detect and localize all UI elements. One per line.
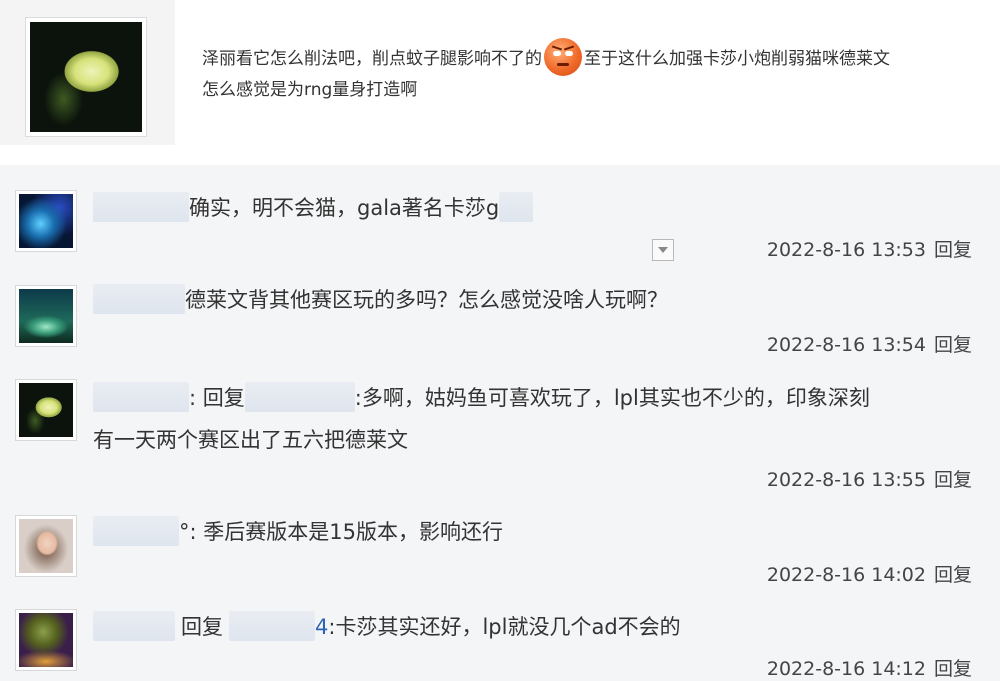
reply-content: : 季后赛版本是15版本，影响还行	[189, 520, 503, 544]
reply-button[interactable]: 回复	[934, 469, 972, 491]
reply-timestamp: 2022-8-16 13:54	[766, 334, 926, 356]
redacted-mention[interactable]	[229, 611, 315, 641]
reply-avatar[interactable]	[15, 285, 77, 347]
angry-face-emoticon-icon	[544, 38, 582, 76]
reply-content: 确实，明不会猫，gala著名卡莎g	[189, 196, 500, 220]
reply-avatar[interactable]	[15, 379, 77, 441]
post-avatar-frame	[0, 0, 175, 145]
reply-button[interactable]: 回复	[934, 334, 972, 356]
redacted-username[interactable]	[93, 382, 189, 412]
chrysanthemum-avatar-icon	[30, 22, 142, 132]
reply-button[interactable]: 回复	[934, 239, 972, 261]
reply-content: :卡莎其实还好，lpl就没几个ad不会的	[328, 615, 681, 639]
reply-text: 德莱文背其他赛区玩的多吗？怎么感觉没啥人玩啊？	[93, 279, 973, 321]
post-author-avatar[interactable]	[25, 17, 147, 137]
reply-avatar[interactable]	[15, 190, 77, 252]
redacted-username[interactable]	[93, 611, 175, 641]
reply-timestamp: 2022-8-16 13:53	[766, 239, 926, 261]
reply-content: :多啊，姑妈鱼可喜欢玩了，lpl其实也不少的，印象深刻	[354, 386, 870, 410]
reply-button[interactable]: 回复	[934, 564, 972, 586]
reply-avatar[interactable]	[15, 515, 77, 577]
redacted-username[interactable]	[93, 192, 189, 222]
reply-meta: 2022-8-16 14:02 回复	[767, 560, 972, 587]
username-tail: °	[179, 520, 190, 544]
post-text-line2: 怎么感觉是为rng量身打造啊	[202, 80, 418, 100]
redacted-text	[499, 192, 534, 222]
reply-text: : 回复 :多啊，姑妈鱼可喜欢玩了，lpl其实也不少的，印象深刻 有一天两个赛区出…	[93, 377, 973, 461]
post-content: 泽丽看它怎么削法吧，削点蚊子腿影响不了的 至于这什么加强卡莎小炮削弱猫咪德莱文 怎…	[202, 38, 982, 105]
reply-text: 确实，明不会猫，gala著名卡莎g	[93, 187, 973, 229]
reply-content-line2: 有一天两个赛区出了五六把德莱文	[93, 428, 408, 452]
reply-meta: 2022-8-16 13:53 回复	[767, 235, 972, 262]
reply-text: °: 季后赛版本是15版本，影响还行	[93, 511, 973, 553]
reply-button[interactable]: 回复	[934, 658, 972, 680]
green-fantasy-avatar-icon	[19, 289, 73, 343]
reply-avatar[interactable]	[15, 609, 77, 671]
chrysanthemum-avatar-icon	[19, 383, 73, 437]
redacted-username[interactable]	[93, 284, 185, 314]
reply-timestamp: 2022-8-16 13:55	[766, 469, 926, 491]
reply-list: 确实，明不会猫，gala著名卡莎g 2022-8-16 13:53 回复 德莱文背…	[0, 165, 1000, 681]
reply-meta: 2022-8-16 13:55 回复	[767, 465, 972, 492]
reply-meta: 2022-8-16 14:12 回复	[767, 654, 972, 681]
mention-tail[interactable]: 4	[315, 615, 328, 639]
reply-meta: 2022-8-16 13:54 回复	[767, 330, 972, 357]
redacted-username[interactable]	[93, 516, 179, 546]
woman-portrait-avatar-icon	[19, 519, 73, 573]
reply-prefix: : 回复	[189, 386, 245, 410]
blue-fantasy-avatar-icon	[19, 194, 73, 248]
reply-timestamp: 2022-8-16 14:02	[766, 564, 926, 586]
post-text-part2: 至于这什么加强卡莎小炮削弱猫咪德莱文	[584, 49, 890, 69]
post-text-part1: 泽丽看它怎么削法吧，削点蚊子腿影响不了的	[202, 49, 542, 69]
reply-dropdown-button[interactable]	[652, 239, 674, 261]
reply-timestamp: 2022-8-16 14:12	[766, 658, 926, 680]
dusk-landscape-avatar-icon	[19, 613, 73, 667]
reply-prefix: 回复	[181, 615, 223, 639]
reply-content: 德莱文背其他赛区玩的多吗？怎么感觉没啥人玩啊？	[185, 288, 668, 312]
reply-text: 回复 4:卡莎其实还好，lpl就没几个ad不会的	[93, 606, 973, 648]
redacted-mention[interactable]	[244, 382, 355, 412]
